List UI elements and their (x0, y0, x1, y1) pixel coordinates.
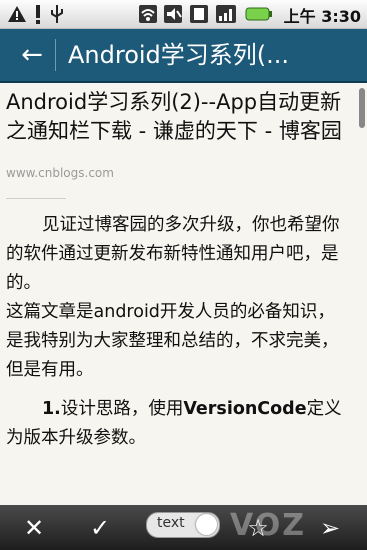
section-heading: 1.设计思路，使用VersionCode定义为版本升级参数。 (6, 395, 351, 453)
mark-read-button[interactable]: ✓ (80, 511, 120, 545)
mute-icon (162, 4, 184, 24)
close-button[interactable]: ✕ (14, 511, 54, 545)
divider (55, 39, 56, 71)
divider (6, 198, 66, 199)
page-title: Android学习系列(... (68, 41, 290, 69)
share-button[interactable]: ➢ (310, 511, 350, 545)
checkmark-icon: ✓ (89, 514, 111, 542)
status-bar: 上午 3:30 (0, 0, 367, 29)
usb-icon (48, 4, 66, 24)
watermark-logo: VOZ (230, 508, 306, 543)
section-number: 1. (42, 399, 61, 419)
sim-icon (188, 4, 210, 24)
article-body: Android学习系列(2)--App自动更新之通知栏下载 - 谦虚的天下 - … (6, 88, 351, 453)
back-button[interactable]: ← (10, 37, 54, 73)
warning-icon (6, 4, 28, 24)
paragraph: 见证过博客园的多次升级，你也希望你的软件通过更新发布新特性通知用户吧，是的。 (6, 215, 340, 293)
article-source[interactable]: www.cnblogs.com (6, 166, 351, 180)
info-icon (30, 4, 46, 24)
signal-icon (214, 4, 238, 24)
toggle-label: text (157, 515, 185, 531)
send-icon: ➢ (319, 514, 341, 542)
article-title: Android学习系列(2)--App自动更新之通知栏下载 - 谦虚的天下 - … (6, 90, 342, 143)
battery-icon (244, 4, 274, 24)
title-bar: ← Android学习系列(... (0, 29, 367, 83)
scrollbar[interactable] (359, 88, 365, 128)
close-icon: ✕ (23, 514, 45, 542)
text-mode-toggle[interactable]: text (146, 512, 220, 538)
section-text: 设计思路，使用 (60, 399, 184, 419)
paragraph: 这篇文章是android开发人员的必备知识，是我特别为大家整理和总结的，不求完美… (6, 302, 339, 380)
wifi-icon (138, 4, 158, 24)
clock-time: 上午 3:30 (283, 7, 361, 26)
section-bold: VersionCode (183, 399, 307, 419)
toggle-knob (196, 514, 217, 535)
arrow-left-icon: ← (21, 40, 43, 70)
